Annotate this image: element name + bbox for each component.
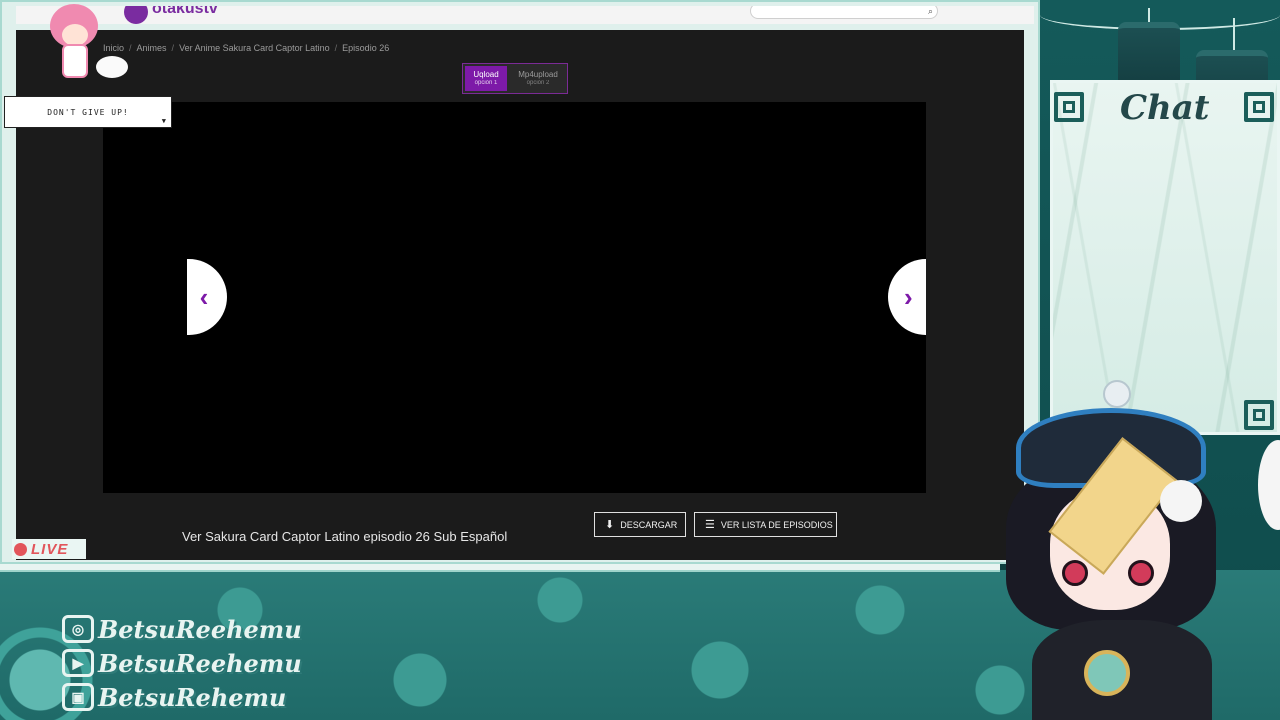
server-name: Mp4upload [518,70,558,79]
list-icon: ☰ [705,519,715,531]
mascot-cat [96,56,128,78]
site-header: otakustv ⌕ [16,6,1034,24]
episode-list-button[interactable]: ☰ VER LISTA DE EPISODIOS [694,512,837,537]
tab-server-uqload[interactable]: Uqload opción 1 [465,66,507,91]
download-icon: ⬇ [605,519,615,531]
site-logo[interactable]: otakustv [152,6,218,18]
avatar-eye-right [1128,560,1154,586]
breadcrumb-item-anime[interactable]: Ver Anime Sakura Card Captor Latino [179,43,330,53]
breadcrumb-separator: / [334,43,338,53]
avatar-pompom [1103,380,1131,408]
live-badge: LIVE [12,539,86,559]
tab-server-mp4upload[interactable]: Mp4upload opción 2 [511,66,565,91]
motivation-speech-box: DON'T GIVE UP! ▼ [4,96,172,128]
search-icon[interactable]: ⌕ [928,6,933,17]
social-row-instagram: ◎ BetsuReehemu [62,612,302,646]
server-option: opción 1 [474,80,498,86]
breadcrumb-item-animes[interactable]: Animes [137,43,167,53]
avatar-ghost-companion [1160,480,1202,522]
live-dot-icon [14,542,27,556]
video-player[interactable]: ‹ › [103,102,926,493]
avatar-jade-pendant [1084,650,1130,696]
avatar-eye-left [1062,560,1088,586]
mascot-body [62,44,88,78]
chat-title: Chat [1120,88,1210,128]
chevron-right-icon: › [904,281,913,312]
breadcrumb: Inicio / Animes / Ver Anime Sakura Card … [103,43,389,53]
knot-ornament [1244,400,1274,430]
live-label: LIVE [31,540,69,558]
motivation-text: DON'T GIVE UP! [47,107,129,117]
search-input[interactable]: ⌕ [750,6,938,19]
social-links: ◎ BetsuReehemu ▶ BetsuReehemu ▣ BetsuReh… [62,612,302,714]
download-button[interactable]: ⬇ DESCARGAR [594,512,686,537]
youtube-icon: ▶ [62,649,94,677]
social-row-youtube: ▶ BetsuReehemu [62,646,302,680]
server-name: Uqload [473,70,499,79]
mascot-face [62,24,88,46]
lantern-cord [1233,18,1235,52]
breadcrumb-item-episode: Episodio 26 [342,43,390,53]
server-option: opción 2 [526,80,550,86]
server-tabs: Uqload opción 1 Mp4upload opción 2 [462,63,568,94]
next-episode-button[interactable]: › [888,259,926,335]
youtube-handle: BetsuReehemu [98,648,302,678]
caret-down-icon: ▼ [161,117,167,125]
social-row-twitch: ▣ BetsuRehemu [62,680,302,714]
instagram-icon: ◎ [62,615,94,643]
browser-window: otakustv ⌕ Inicio / Animes / Ver Anime S… [0,0,1040,564]
breadcrumb-separator: / [171,43,175,53]
chevron-left-icon: ‹ [199,281,209,312]
instagram-handle: BetsuReehemu [98,614,302,644]
mascot-sprite [44,4,132,84]
lantern [1118,22,1180,86]
vtuber-avatar [992,380,1232,720]
previous-episode-button[interactable]: ‹ [187,259,227,335]
twitch-icon: ▣ [62,683,94,711]
knot-ornament [1054,92,1084,122]
twitch-handle: BetsuRehemu [98,682,287,712]
episode-title: Ver Sakura Card Captor Latino episodio 2… [182,529,508,544]
episode-list-label: VER LISTA DE EPISODIOS [720,519,833,530]
download-label: DESCARGAR [620,519,678,530]
knot-ornament [1244,92,1274,122]
stream-scene: Chat otakustv ⌕ Inicio / Animes / Ver An… [0,0,1280,720]
